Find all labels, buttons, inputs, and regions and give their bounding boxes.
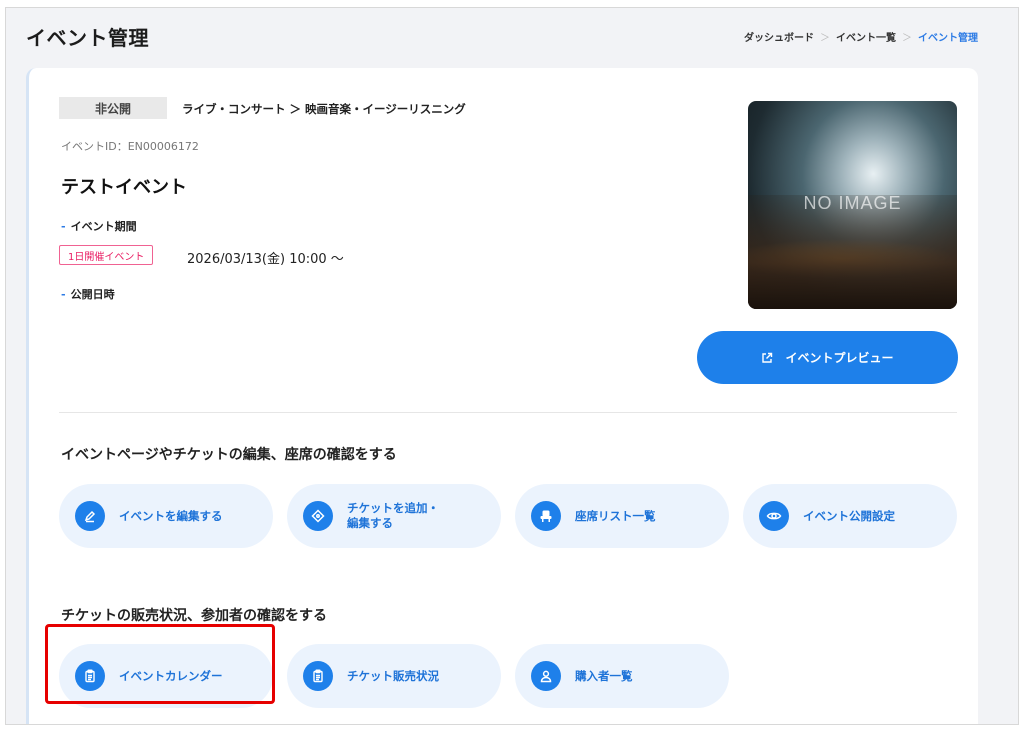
add-edit-ticket-button[interactable]: チケットを追加・ 編集する [287,484,501,548]
event-name: テストイベント [61,177,187,198]
breadcrumb-event-list[interactable]: イベント一覧 [836,29,896,44]
purchaser-list-button[interactable]: 購入者一覧 [515,644,729,708]
purchaser-list-label: 購入者一覧 [575,668,633,683]
event-image: NO IMAGE [748,101,957,309]
external-link-icon [761,352,773,364]
section-sales-title: チケットの販売状況、参加者の確認をする [61,608,327,624]
app-frame: イベント管理 ダッシュボード ＞ イベント一覧 ＞ イベント管理 非公開 ライブ… [5,7,1019,725]
edit-event-button[interactable]: イベントを編集する [59,484,273,548]
event-publish-settings-button[interactable]: イベント公開設定 [743,484,957,548]
ticket-tag-icon [303,501,333,531]
breadcrumb-current: イベント管理 [918,33,978,44]
seat-list-button[interactable]: 座席リスト一覧 [515,484,729,548]
publish-date-label-text: 公開日時 [70,288,115,301]
no-image-text: NO IMAGE [803,193,902,213]
event-calendar-label: イベントカレンダー [119,668,223,683]
clipboard-icon [75,661,105,691]
section-edit-title: イベントページやチケットの編集、座席の確認をする [61,447,397,463]
event-id: イベントID：EN00006172 [61,140,199,153]
breadcrumb-separator-icon: ＞ [820,33,830,44]
event-preview-label: イベントプレビュー [785,351,894,365]
page-title: イベント管理 [26,26,149,50]
edit-event-label: イベントを編集する [119,508,223,523]
event-calendar-button[interactable]: イベントカレンダー [59,644,273,708]
breadcrumb: ダッシュボード ＞ イベント一覧 ＞ イベント管理 [744,29,978,44]
divider [59,412,957,413]
event-period-value: 2026/03/13(金) 10:00 ～ [187,252,344,267]
oneday-badge: 1日開催イベント [59,245,154,265]
eye-icon [759,501,789,531]
seat-list-label: 座席リスト一覧 [575,508,656,523]
seat-icon [531,501,561,531]
event-preview-button[interactable]: イベントプレビュー [697,331,958,384]
event-period-label-text: イベント期間 [70,220,137,233]
breadcrumb-dashboard[interactable]: ダッシュボード [744,29,814,44]
breadcrumb-separator-icon: ＞ [902,33,912,44]
ticket-sales-status-label: チケット販売状況 [347,668,439,683]
add-edit-ticket-label: チケットを追加・ 編集する [347,501,439,530]
user-icon [531,661,561,691]
status-badge: 非公開 [59,97,167,119]
event-period-label: - イベント期間 [61,218,137,234]
event-category: ライブ・コンサート ＞ 映画音楽・イージーリスニング [182,102,466,116]
dash-icon: - [61,220,66,233]
pencil-icon [75,501,105,531]
ticket-sales-status-button[interactable]: チケット販売状況 [287,644,501,708]
publish-date-label: - 公開日時 [61,286,115,302]
event-publish-settings-label: イベント公開設定 [803,508,895,523]
clipboard-icon [303,661,333,691]
dash-icon: - [61,288,66,301]
event-card: 非公開 ライブ・コンサート ＞ 映画音楽・イージーリスニング イベントID：EN… [26,68,978,724]
